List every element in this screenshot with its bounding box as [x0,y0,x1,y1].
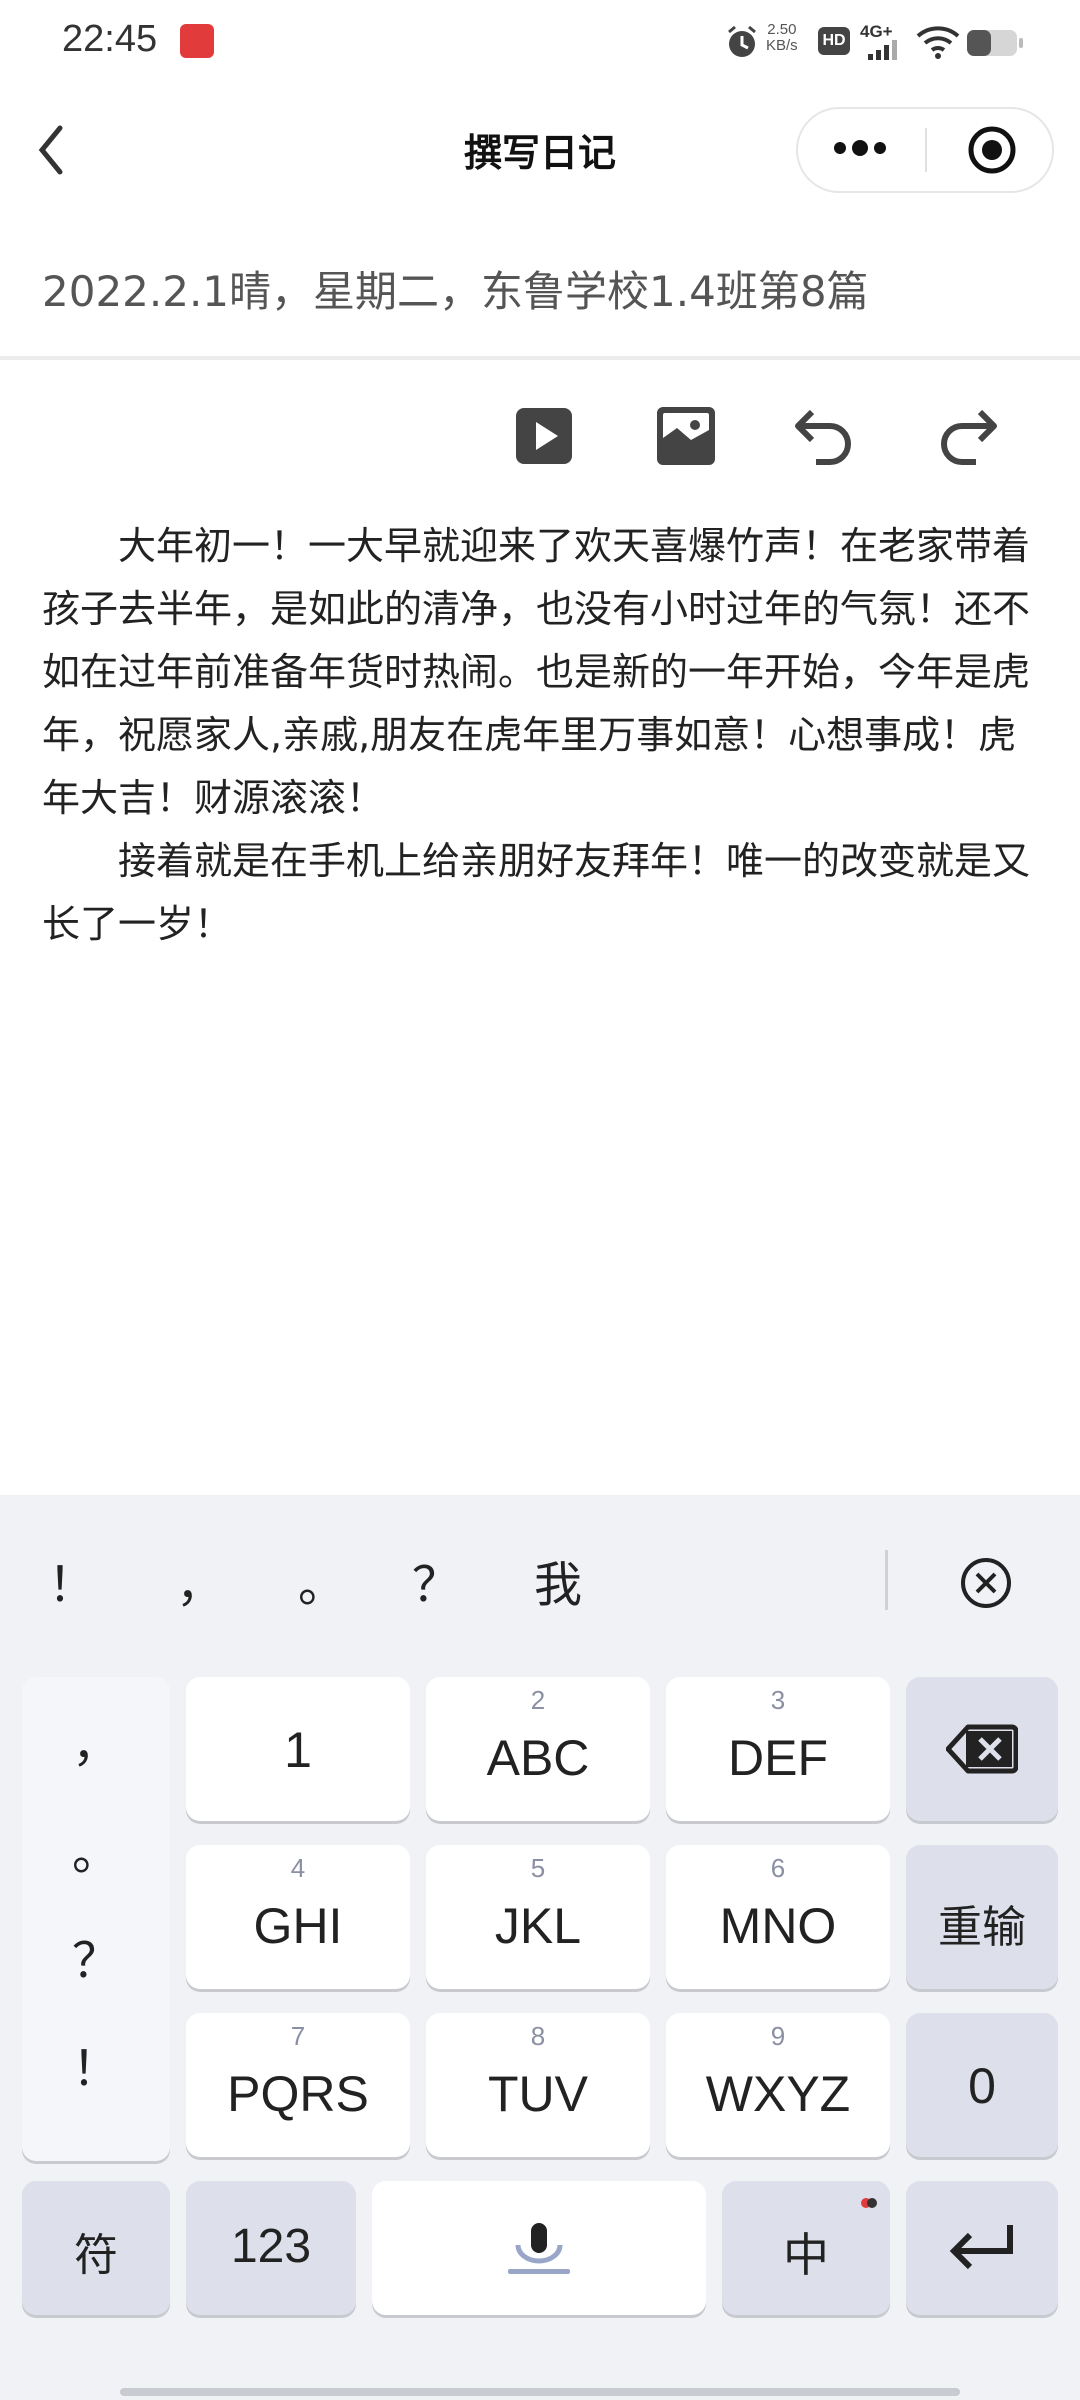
numbers-key[interactable]: 123 [186,2181,356,2315]
diary-paragraph: 接着就是在手机上给亲朋好友拜年！唯一的改变就是又长了一岁！ [42,839,1031,946]
alarm-icon [728,25,756,57]
punct-key[interactable]: ， [22,1705,170,1775]
hd-badge: HD [818,27,850,55]
network-type: 4G+ [860,22,893,41]
diary-body-editor[interactable]: 大年初一！一大早就迎来了欢天喜爆竹声！在老家带着孩子去半年，是如此的清净，也没有… [42,515,1042,956]
punct-key[interactable]: ！ [22,2029,170,2099]
redo-icon[interactable] [928,398,1004,474]
battery-icon [967,30,1023,56]
candidate-item[interactable]: ， [176,1545,224,1615]
enter-key[interactable] [906,2181,1058,2315]
backspace-icon [946,1724,1018,1774]
status-time: 22:45 [62,18,158,60]
key-3-def[interactable]: 3 DEF [666,1677,890,1821]
key-5-jkl[interactable]: 5 JKL [426,1845,650,1989]
punct-key[interactable]: ？ [22,1921,170,1991]
divider [0,356,1080,360]
status-bar: 22:45 2.50 KB/s HD 4G+ [0,0,1080,90]
wifi-icon [916,26,960,59]
key-4-ghi[interactable]: 4 GHI [186,1845,410,1989]
key-6-mno[interactable]: 6 MNO [666,1845,890,1989]
capsule-divider [925,128,927,172]
symbols-key[interactable]: 符 [22,2181,170,2315]
net-speed: 2.50 KB/s [766,21,798,54]
close-target-icon[interactable] [966,124,1018,176]
candidate-item[interactable]: ！ [48,1545,96,1615]
candidate-item[interactable]: ？ [412,1545,460,1615]
space-key[interactable] [372,2181,706,2315]
punctuation-column[interactable]: ， 。 ？ ！ [22,1677,170,2161]
lang-switch-key[interactable]: 中 [722,2181,890,2315]
undo-icon[interactable] [788,398,864,474]
punct-key[interactable]: 。 [22,1813,170,1883]
notification-app-icon [180,24,214,58]
image-icon[interactable] [648,398,724,474]
candidate-divider [885,1550,888,1610]
home-indicator [120,2388,960,2396]
key-8-tuv[interactable]: 8 TUV [426,2013,650,2157]
lang-indicator-icon [861,2198,877,2208]
more-icon[interactable] [830,136,890,160]
reset-key[interactable]: 重输 [906,1845,1058,1989]
video-icon[interactable] [506,398,582,474]
collapse-close-icon[interactable] [958,1555,1014,1611]
key-9-wxyz[interactable]: 9 WXYZ [666,2013,890,2157]
diary-title-input[interactable]: 2022.2.1晴，星期二，东鲁学校1.4班第8篇 [42,258,869,319]
candidate-item[interactable]: 。 [298,1545,346,1615]
key-2-abc[interactable]: 2 ABC [426,1677,650,1821]
key-0[interactable]: 0 [906,2013,1058,2157]
key-1[interactable]: 1 [186,1677,410,1821]
microphone-icon [508,2223,570,2274]
enter-icon [949,2225,1013,2270]
key-7-pqrs[interactable]: 7 PQRS [186,2013,410,2157]
backspace-key[interactable] [906,1677,1058,1821]
diary-paragraph: 大年初一！一大早就迎来了欢天喜爆竹声！在老家带着孩子去半年，是如此的清净，也没有… [42,524,1031,820]
candidate-item[interactable]: 我 [534,1545,582,1615]
signal-icon [868,40,897,60]
